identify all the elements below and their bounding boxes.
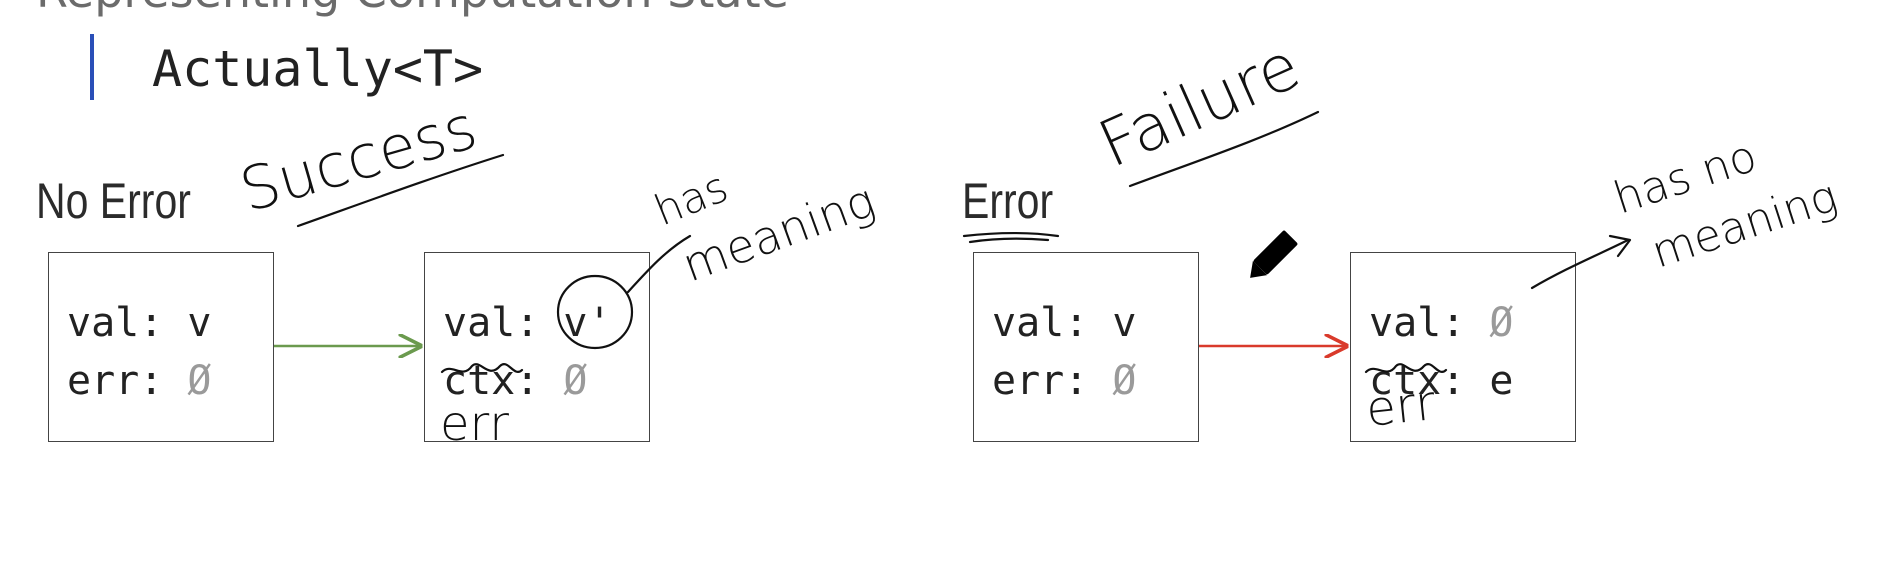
- value-err-null: Ø: [1112, 358, 1137, 404]
- note-meaning-2: meaning: [1646, 171, 1844, 279]
- value-err-null: Ø: [187, 358, 212, 404]
- state-box-initial-success: val: v err: Ø: [48, 252, 274, 442]
- no-meaning-arrowhead: [1608, 234, 1632, 258]
- state-box-initial-error: val: v err: Ø: [973, 252, 1199, 442]
- value-error: e: [1489, 358, 1514, 404]
- state-box-result-error: val: Ø ctx: e: [1350, 252, 1576, 442]
- box-line-ctx: ctx: e: [1369, 361, 1514, 401]
- value-val: v: [187, 300, 212, 346]
- value-val-null: Ø: [1489, 300, 1514, 346]
- note-has: has: [647, 162, 734, 235]
- quote-bar: [90, 34, 94, 100]
- error-heading-underline-2: [968, 237, 1050, 244]
- label-val: val:: [443, 300, 540, 346]
- success-underline: [296, 153, 505, 228]
- value-val: v': [563, 300, 612, 346]
- failure-annotation: Failure: [1088, 29, 1310, 182]
- value-null: Ø: [563, 358, 588, 404]
- heading-error: Error: [962, 173, 1054, 229]
- error-heading-underline: [962, 231, 1060, 238]
- box-line-err: err: Ø: [67, 361, 212, 401]
- box-line-ctx: ctx: Ø: [443, 361, 588, 401]
- pencil-icon: [1250, 230, 1298, 278]
- type-title: Actually<T>: [152, 40, 484, 98]
- label-ctx-crossed: ctx:: [1369, 358, 1466, 404]
- box-line-err: err: Ø: [992, 361, 1137, 401]
- label-err: err:: [992, 358, 1089, 404]
- value-val: v: [1112, 300, 1137, 346]
- label-val: val:: [992, 300, 1089, 346]
- label-val: val:: [67, 300, 164, 346]
- state-box-result-success: val: v' ctx: Ø: [424, 252, 650, 442]
- box-line-val: val: v: [992, 303, 1137, 343]
- heading-no-error: No Error: [36, 173, 191, 229]
- slide-top-text: Representing Computation State: [36, 0, 789, 18]
- note-meaning: meaning: [675, 173, 881, 292]
- label-val: val:: [1369, 300, 1466, 346]
- success-annotation: Success: [233, 93, 484, 227]
- box-line-val: val: Ø: [1369, 303, 1514, 343]
- label-ctx-crossed: ctx:: [443, 358, 540, 404]
- label-err: err:: [67, 358, 164, 404]
- note-has-no: has no: [1608, 131, 1763, 225]
- failure-underline: [1128, 110, 1320, 188]
- box-line-val: val: v: [67, 303, 212, 343]
- box-line-val: val: v': [443, 303, 612, 343]
